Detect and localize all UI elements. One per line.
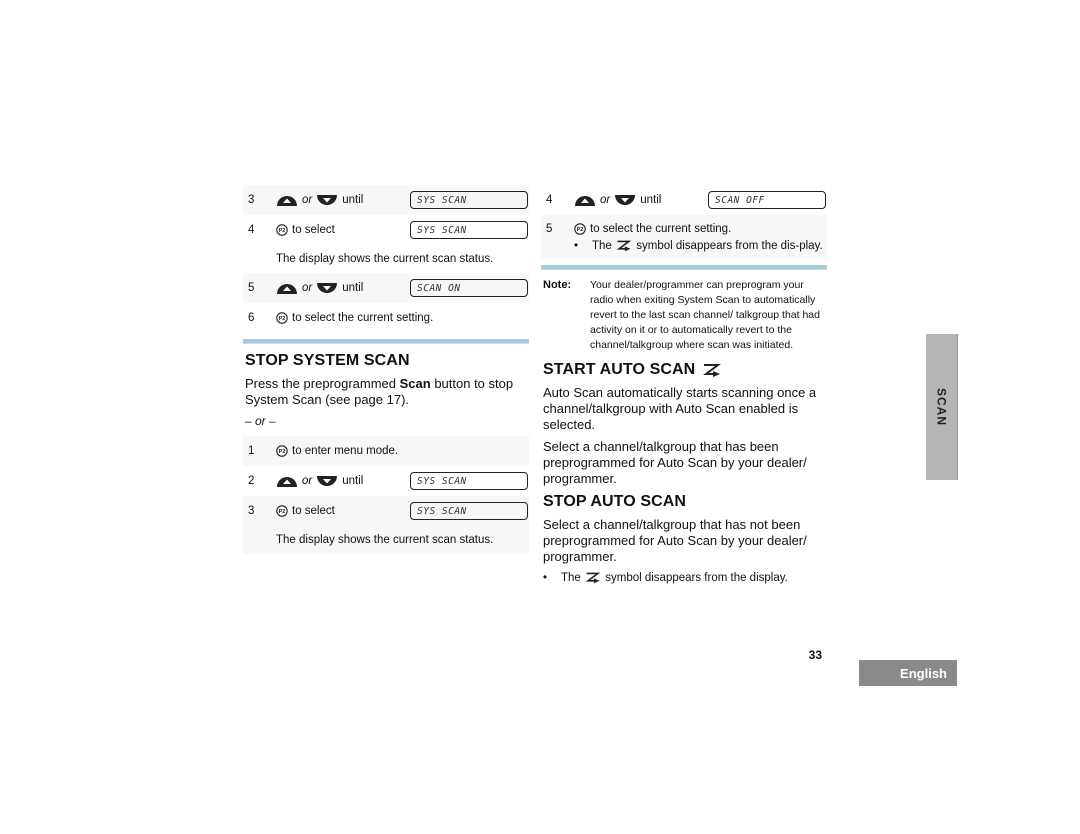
language-tab[interactable]: English	[859, 660, 957, 686]
step-row: 3 to select SYS SCAN	[243, 496, 529, 526]
step-action: to select	[276, 505, 406, 517]
or-text: or	[302, 194, 313, 206]
start-auto-scan-para-1: Auto Scan automatically starts scanning …	[543, 385, 817, 432]
step-row: 4 to select SYS SCAN	[243, 215, 529, 245]
up-arrow-button-icon	[276, 282, 298, 295]
page-number: 33	[808, 648, 822, 662]
scan-button-term: Scan	[399, 376, 431, 391]
step-number: 4	[248, 224, 255, 236]
or-divider: – or –	[245, 414, 276, 428]
step-row: 5 or until SCAN ON	[243, 273, 529, 303]
step-text: to select the current setting.	[590, 223, 732, 235]
step-row: 6 to select the current setting.	[243, 303, 529, 333]
or-text: or	[600, 194, 611, 206]
step-text: to enter menu mode.	[292, 445, 399, 457]
note-text: Your dealer/programmer can preprogram yo…	[590, 279, 820, 351]
auto-scan-icon	[584, 571, 602, 584]
step-text: to select	[292, 505, 335, 517]
lcd-display: SYS SCAN	[410, 472, 528, 490]
lcd-display: SYS SCAN	[410, 221, 528, 239]
step-action: or until	[574, 194, 704, 207]
step-number: 3	[248, 194, 255, 206]
down-arrow-button-icon	[316, 475, 338, 488]
until-text: until	[640, 194, 662, 206]
lcd-display: SYS SCAN	[410, 502, 528, 520]
section-heading-start-auto-scan: START AUTO SCAN	[543, 361, 827, 379]
section-heading-stop-system-scan: STOP SYSTEM SCAN	[245, 352, 410, 369]
chapter-tab-label: SCAN	[934, 387, 949, 426]
p2-button-icon	[574, 223, 586, 235]
step-number: 2	[248, 475, 255, 487]
step-action: or until	[276, 475, 406, 488]
step-number: 5	[248, 282, 255, 294]
step-text: to select the current setting.	[292, 312, 434, 324]
step-number: 6	[248, 312, 255, 324]
step-action: to select the current setting.	[574, 223, 827, 235]
up-arrow-button-icon	[574, 194, 596, 207]
or-text: or	[302, 282, 313, 294]
step-row: 5 to select the current setting.	[541, 219, 827, 239]
step-row: 2 or until SYS SCAN	[243, 466, 529, 496]
auto-scan-icon	[701, 362, 723, 378]
start-auto-scan-para-2: Select a channel/talkgroup that has been…	[543, 439, 807, 486]
right-column: 4 or until SCAN OFF 5 to select the curr…	[541, 185, 827, 585]
stop-system-scan-paragraph: Press the preprogrammed Scan button to s…	[245, 376, 514, 407]
note-block: Note: Your dealer/programmer can preprog…	[543, 278, 827, 353]
bullet-item: • The symbol disappears from the dis-pla…	[574, 239, 823, 252]
p2-button-icon	[276, 505, 288, 517]
step-row: 4 or until SCAN OFF	[541, 185, 827, 215]
status-note: The display shows the current scan statu…	[243, 526, 529, 554]
status-note: The display shows the current scan statu…	[276, 253, 494, 265]
p2-button-icon	[276, 312, 288, 324]
step-row: 3 or until SYS SCAN	[243, 185, 529, 215]
or-text: or	[302, 475, 313, 487]
step-text: to select	[292, 224, 335, 236]
step-number: 3	[248, 505, 255, 517]
left-column: 3 or until SYS SCAN 4 to select SYS SCAN…	[243, 185, 529, 554]
down-arrow-button-icon	[316, 194, 338, 207]
until-text: until	[342, 475, 364, 487]
step-action: to select the current setting.	[276, 312, 529, 324]
bullet-item: • The symbol disappears from the display…	[543, 571, 788, 584]
lcd-display: SCAN OFF	[708, 191, 826, 209]
up-arrow-button-icon	[276, 194, 298, 207]
p2-button-icon	[276, 445, 288, 457]
step-action: to enter menu mode.	[276, 445, 529, 457]
step-row: 1 to enter menu mode.	[243, 436, 529, 466]
step-action: to select	[276, 224, 406, 236]
section-heading-stop-auto-scan: STOP AUTO SCAN	[543, 493, 687, 510]
up-arrow-button-icon	[276, 475, 298, 488]
p2-button-icon	[276, 224, 288, 236]
step-5-block: 5 to select the current setting. • The s…	[541, 215, 827, 259]
step-number: 1	[248, 445, 255, 457]
until-text: until	[342, 282, 364, 294]
step-action: or until	[276, 282, 406, 295]
down-arrow-button-icon	[316, 282, 338, 295]
lcd-display: SCAN ON	[410, 279, 528, 297]
section-divider	[541, 265, 827, 270]
section-divider	[243, 339, 529, 344]
step-number: 5	[546, 223, 553, 235]
step-number: 4	[546, 194, 553, 206]
chapter-tab-scan[interactable]: SCAN	[926, 334, 958, 480]
lcd-display: SYS SCAN	[410, 191, 528, 209]
note-label: Note:	[543, 279, 572, 291]
auto-scan-icon	[615, 239, 633, 252]
stop-auto-scan-para: Select a channel/talkgroup that has not …	[543, 517, 807, 564]
step-action: or until	[276, 194, 406, 207]
down-arrow-button-icon	[614, 194, 636, 207]
until-text: until	[342, 194, 364, 206]
